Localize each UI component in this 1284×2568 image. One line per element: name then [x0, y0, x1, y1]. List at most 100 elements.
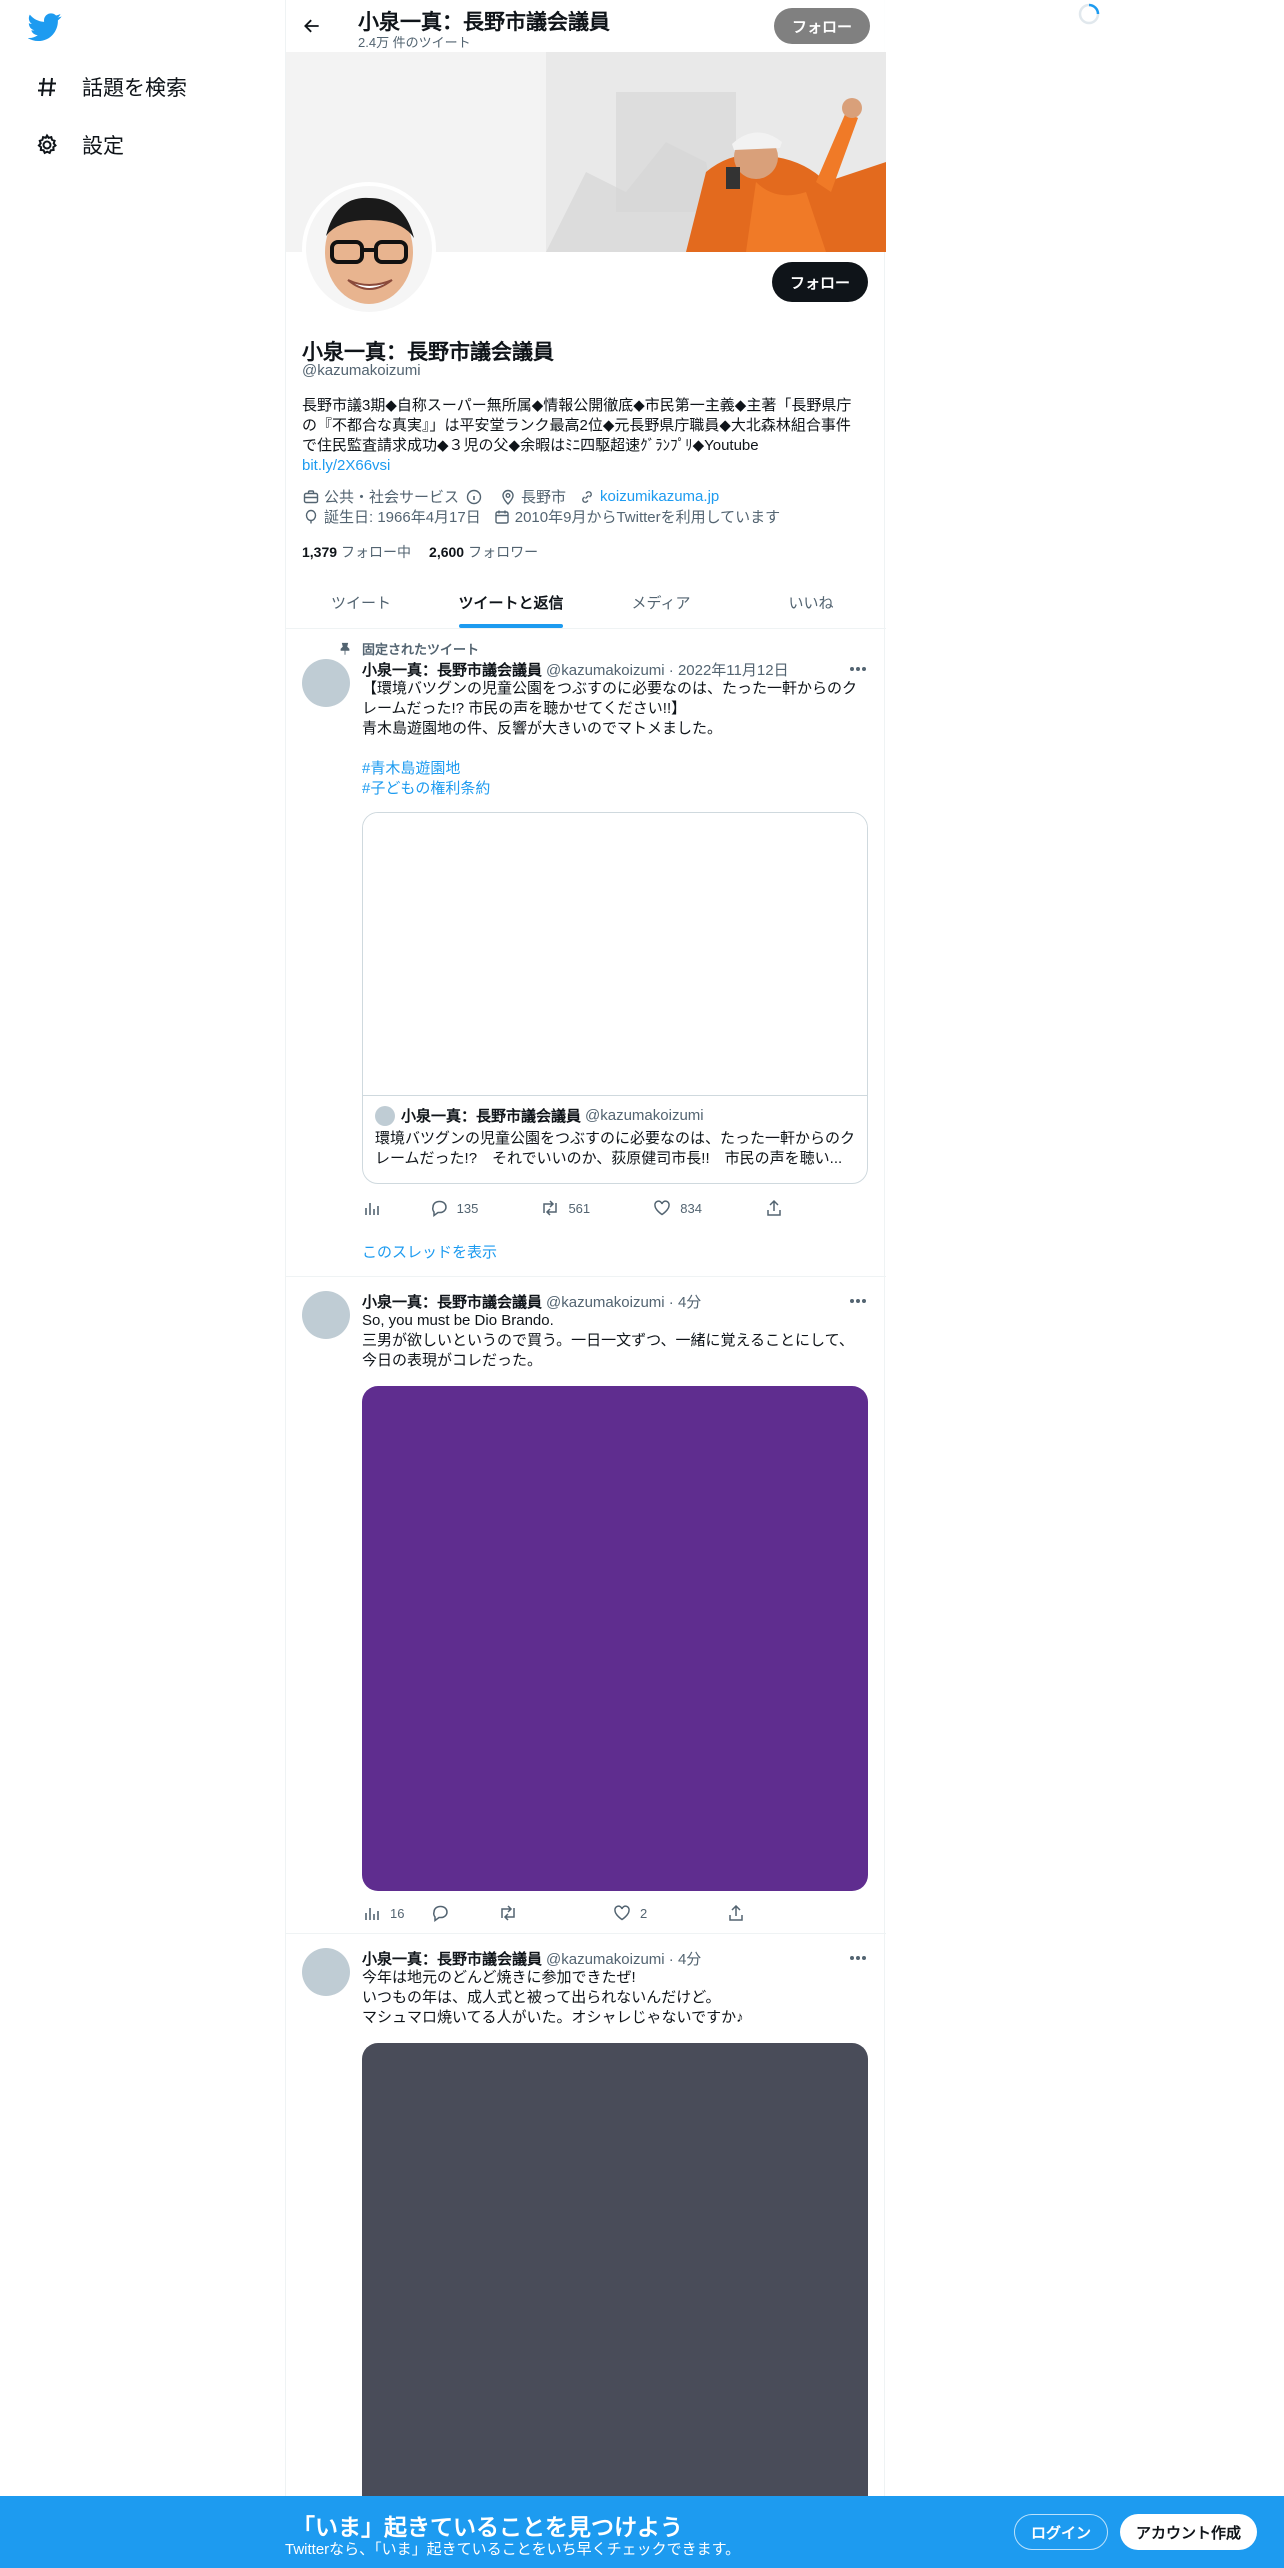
tweet-text-line: レームだった!? 市民の声を聴かせてください!!】 — [362, 700, 687, 717]
profile-avatar[interactable] — [302, 182, 436, 316]
gear-icon — [34, 132, 60, 158]
retweet-button[interactable]: 561 — [540, 1198, 652, 1218]
tweet-text-line: 今日の表現がコレだった。 — [362, 1352, 543, 1369]
heart-icon — [612, 1903, 632, 1923]
followers-label: フォロワー — [468, 544, 539, 560]
views-count: 16 — [390, 1905, 405, 1921]
reply-icon — [430, 1903, 450, 1923]
reply-icon — [429, 1198, 449, 1218]
tweet-meta[interactable]: @kazumakoizumi · 4分 — [546, 1948, 701, 1969]
following-link[interactable]: 1,379 フォロー中 — [302, 542, 411, 562]
bio-line: の『不都合な真実』」は平安堂ランク最高2位◆元長野県庁職員◆大北森林組合事件 — [302, 417, 851, 434]
tweet[interactable]: 小泉一真：長野市議会議員 @kazumakoizumi · 4分 今年は地元のど… — [286, 1934, 886, 2568]
tweet-header: 小泉一真：長野市議会議員 @kazumakoizumi · 2022年11月12… — [362, 659, 789, 680]
main-column: 小泉一真：長野市議会議員 2.4万 件のツイート フォロー フォロー 小泉一真：… — [285, 0, 886, 2568]
tab-likes[interactable]: いいね — [736, 576, 886, 628]
more-options-icon[interactable] — [846, 659, 870, 679]
tweet-avatar[interactable] — [302, 659, 350, 707]
share-icon — [726, 1903, 746, 1923]
tweet-avatar[interactable] — [302, 1948, 350, 1996]
tweet-text-line: 今年は地元のどんど焼きに参加できたぜ! — [362, 1969, 636, 1986]
share-button[interactable] — [764, 1198, 792, 1218]
views-button[interactable]: 16 — [362, 1903, 430, 1923]
following-label: フォロー中 — [341, 544, 412, 560]
bio-link[interactable]: bit.ly/2X66vsi — [302, 457, 390, 474]
tweet-text: 今年は地元のどんど焼きに参加できたぜ! いつもの年は、成人式と被って出られないん… — [362, 1968, 872, 2028]
views-button[interactable] — [362, 1198, 429, 1218]
tweet-actions: 16 2 — [362, 1901, 792, 1925]
hashtag-link[interactable]: #青木島遊園地 — [362, 759, 872, 779]
tweet-pinned[interactable]: 固定されたツイート 小泉一真：長野市議会議員 @kazumakoizumi · … — [286, 629, 886, 1277]
analytics-icon — [362, 1198, 382, 1218]
tweet-text-line: 三男が欲しいというので買う。一日一文ずつ、一緒に覚えることにして、 — [362, 1332, 854, 1349]
profile-website-link[interactable]: koizumikazuma.jp — [600, 488, 719, 505]
login-button[interactable]: ログイン — [1014, 2514, 1109, 2550]
tab-tweets[interactable]: ツイート — [286, 576, 436, 628]
share-button[interactable] — [726, 1903, 754, 1923]
quoted-tweet-card[interactable]: 小泉一真：長野市議会議員 @kazumakoizumi 環境バツグンの児童公園を… — [362, 812, 868, 1184]
quoted-author-handle: @kazumakoizumi — [585, 1107, 704, 1124]
retweet-button[interactable] — [498, 1903, 612, 1923]
back-arrow-icon[interactable] — [298, 12, 326, 40]
signup-bottom-bar: 「いま」起きていることを見つけよう Twitterなら、「いま」起きていることを… — [0, 2496, 1284, 2568]
retweet-count: 561 — [568, 1200, 591, 1216]
tweet-text-line: いつもの年は、成人式と被って出られないんだけど。 — [362, 1989, 721, 2006]
nav-settings[interactable]: 設定 — [34, 130, 124, 160]
hashtag-link[interactable]: #子どもの権利条約 — [362, 779, 872, 799]
tweet-author-name[interactable]: 小泉一真：長野市議会議員 — [362, 1291, 542, 1312]
header-tweet-count: 2.4万 件のツイート — [358, 35, 471, 50]
bottom-bar-title: 「いま」起きていることを見つけよう — [292, 2514, 683, 2540]
retweet-icon — [540, 1198, 560, 1218]
info-icon[interactable] — [465, 488, 483, 506]
tweet-text: 【環境バツグンの児童公園をつぶすのに必要なのは、たった一軒からのク レームだった… — [362, 679, 872, 799]
balloon-icon — [302, 508, 320, 526]
bio-line: で住民監査請求成功◆３児の父◆余暇はﾐﾆ四駆超速ｸﾞﾗﾝﾌﾟﾘ◆Youtube — [302, 437, 759, 454]
briefcase-icon — [302, 488, 320, 506]
tweet-author-name[interactable]: 小泉一真：長野市議会議員 — [362, 1948, 542, 1969]
tweet-media-image[interactable] — [362, 1386, 868, 1891]
tweet-text-line: マシュマロ焼いてる人がいた。オシャレじゃないですか♪ — [362, 2009, 744, 2026]
header-follow-button[interactable]: フォロー — [773, 8, 870, 44]
reply-button[interactable]: 135 — [429, 1198, 541, 1218]
quoted-text-line: 環境バツグンの児童公園をつぶすのに必要なのは、たった一軒からのク — [375, 1130, 856, 1147]
like-button[interactable]: 834 — [652, 1198, 764, 1218]
tweet-actions: 135 561 834 — [362, 1196, 792, 1220]
reply-button[interactable] — [430, 1903, 498, 1923]
bottom-bar-subtitle: Twitterなら、「いま」起きていることをいち早くチェックできます。 — [285, 2541, 741, 2558]
pin-icon — [336, 640, 354, 658]
profile-location: 長野市 — [521, 489, 567, 506]
profile-birthday: 誕生日: 1966年4月17日 — [324, 509, 481, 526]
follow-button[interactable]: フォロー — [771, 262, 868, 302]
profile-handle: @kazumakoizumi — [302, 362, 421, 379]
analytics-icon — [362, 1903, 382, 1923]
tweet-media-image[interactable] — [362, 2043, 868, 2568]
tweet-meta[interactable]: @kazumakoizumi · 2022年11月12日 — [546, 659, 789, 680]
like-count: 2 — [640, 1905, 648, 1921]
calendar-icon — [493, 508, 511, 526]
pinned-label: 固定されたツイート — [362, 642, 480, 657]
nav-explore[interactable]: 話題を検索 — [34, 72, 187, 102]
tab-media[interactable]: メディア — [586, 576, 736, 628]
tweet-text-line: So, you must be Dio Brando. — [362, 1312, 554, 1329]
profile-meta-row-1: 公共・社会サービス 長野市 koizumikazuma.jp — [302, 486, 719, 507]
loading-spinner-icon — [1077, 2, 1101, 26]
signup-button[interactable]: アカウント作成 — [1120, 2514, 1258, 2550]
tweet[interactable]: 小泉一真：長野市議会議員 @kazumakoizumi · 4分 So, you… — [286, 1277, 886, 1934]
tweet-header: 小泉一真：長野市議会議員 @kazumakoizumi · 4分 — [362, 1291, 701, 1312]
show-thread-link[interactable]: このスレッドを表示 — [362, 1241, 497, 1262]
tweet-text: So, you must be Dio Brando. 三男が欲しいというので買… — [362, 1311, 872, 1371]
followers-count: 2,600 — [429, 544, 465, 560]
tweet-avatar[interactable] — [302, 1291, 350, 1339]
nav-explore-label: 話題を検索 — [82, 77, 187, 100]
tab-tweets-and-replies[interactable]: ツイートと返信 — [436, 576, 586, 628]
tweet-meta[interactable]: @kazumakoizumi · 4分 — [546, 1291, 701, 1312]
tweet-author-name[interactable]: 小泉一真：長野市議会議員 — [362, 659, 542, 680]
quoted-author-name: 小泉一真：長野市議会議員 — [401, 1108, 582, 1125]
profile-follow-counts: 1,379 フォロー中 2,600 フォロワー — [302, 542, 538, 562]
like-button[interactable]: 2 — [612, 1903, 726, 1923]
twitter-bird-icon[interactable] — [27, 10, 68, 50]
more-options-icon[interactable] — [846, 1948, 870, 1968]
location-pin-icon — [499, 488, 517, 506]
followers-link[interactable]: 2,600 フォロワー — [429, 542, 538, 562]
more-options-icon[interactable] — [846, 1291, 870, 1311]
